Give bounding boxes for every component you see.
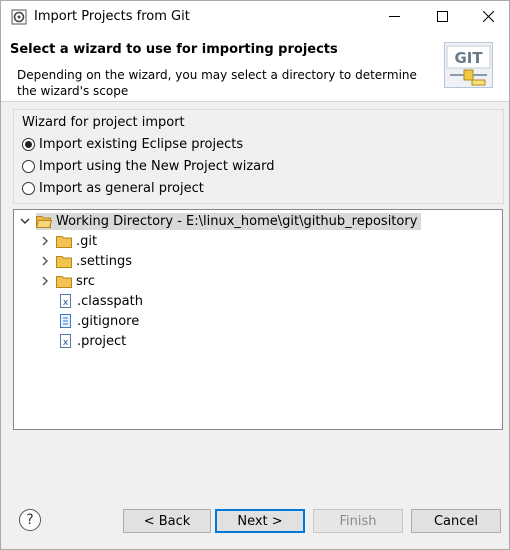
window-title: Import Projects from Git bbox=[34, 9, 190, 24]
git-logo: GIT bbox=[444, 42, 493, 88]
radio-button[interactable] bbox=[22, 182, 35, 195]
svg-text:x: x bbox=[63, 298, 69, 308]
minimize-icon bbox=[388, 16, 400, 17]
radio-button[interactable] bbox=[22, 160, 35, 173]
tree-item[interactable]: x .classpath bbox=[60, 291, 143, 311]
chevron-down-icon[interactable] bbox=[18, 214, 32, 228]
close-icon bbox=[482, 11, 494, 22]
group-label: Wizard for project import bbox=[22, 115, 185, 130]
radio-button-selected[interactable] bbox=[22, 138, 35, 151]
tree-item[interactable]: x .project bbox=[60, 331, 126, 351]
tree-item-label: src bbox=[76, 273, 95, 289]
tree-root-label: Working Directory - E:\linux_home\git\gi… bbox=[56, 213, 418, 229]
next-button[interactable]: Next > bbox=[215, 509, 305, 533]
xml-file-icon: x bbox=[60, 334, 71, 348]
chevron-right-icon[interactable] bbox=[38, 274, 52, 288]
cancel-button[interactable]: Cancel bbox=[411, 509, 501, 533]
help-button[interactable]: ? bbox=[19, 509, 41, 531]
tree-item[interactable]: .git bbox=[38, 231, 97, 251]
tree-item[interactable]: .settings bbox=[38, 251, 132, 271]
wizard-header: Select a wizard to use for importing pro… bbox=[1, 32, 509, 102]
eclipse-dialog-icon bbox=[11, 9, 27, 25]
page-description: Depending on the wizard, you may select … bbox=[17, 68, 417, 98]
folder-icon bbox=[56, 275, 72, 288]
tree-item[interactable]: src bbox=[38, 271, 95, 291]
radio-label: Import as general project bbox=[39, 181, 204, 196]
folder-icon bbox=[56, 255, 72, 268]
help-icon: ? bbox=[26, 512, 34, 528]
tree-root-selection: Working Directory - E:\linux_home\git\gi… bbox=[36, 212, 422, 230]
title-bar: Import Projects from Git bbox=[1, 1, 509, 32]
xml-file-icon: x bbox=[60, 294, 71, 308]
tree-item-label: .project bbox=[77, 333, 127, 349]
folder-icon bbox=[56, 235, 72, 248]
open-folder-icon bbox=[36, 215, 52, 228]
page-title: Select a wizard to use for importing pro… bbox=[10, 42, 338, 57]
radio-label: Import using the New Project wizard bbox=[39, 159, 275, 174]
svg-text:x: x bbox=[63, 338, 69, 348]
tree-item-label: .classpath bbox=[77, 293, 143, 309]
close-button[interactable] bbox=[465, 1, 510, 32]
svg-text:GIT: GIT bbox=[454, 49, 483, 67]
back-button[interactable]: < Back bbox=[123, 509, 211, 533]
import-dialog: Import Projects from Git Select a wizard… bbox=[0, 0, 510, 550]
maximize-button[interactable] bbox=[419, 1, 465, 32]
working-directory-tree[interactable]: Working Directory - E:\linux_home\git\gi… bbox=[13, 209, 503, 430]
radio-general-project[interactable]: Import as general project bbox=[22, 181, 204, 196]
chevron-right-icon[interactable] bbox=[38, 234, 52, 248]
tree-item-label: .settings bbox=[76, 253, 132, 269]
tree-item-label: .git bbox=[76, 233, 98, 249]
radio-new-project-wizard[interactable]: Import using the New Project wizard bbox=[22, 159, 275, 174]
wizard-option-group: Wizard for project import Import existin… bbox=[13, 109, 504, 204]
radio-import-existing[interactable]: Import existing Eclipse projects bbox=[22, 137, 243, 152]
radio-label: Import existing Eclipse projects bbox=[39, 137, 244, 152]
tree-root-item[interactable]: Working Directory - E:\linux_home\git\gi… bbox=[18, 211, 422, 231]
text-file-icon bbox=[60, 314, 71, 328]
tree-item-label: .gitignore bbox=[77, 313, 140, 329]
minimize-button[interactable] bbox=[371, 1, 417, 32]
chevron-right-icon[interactable] bbox=[38, 254, 52, 268]
finish-button[interactable]: Finish bbox=[313, 509, 403, 533]
tree-item[interactable]: .gitignore bbox=[60, 311, 139, 331]
maximize-icon bbox=[436, 11, 448, 22]
